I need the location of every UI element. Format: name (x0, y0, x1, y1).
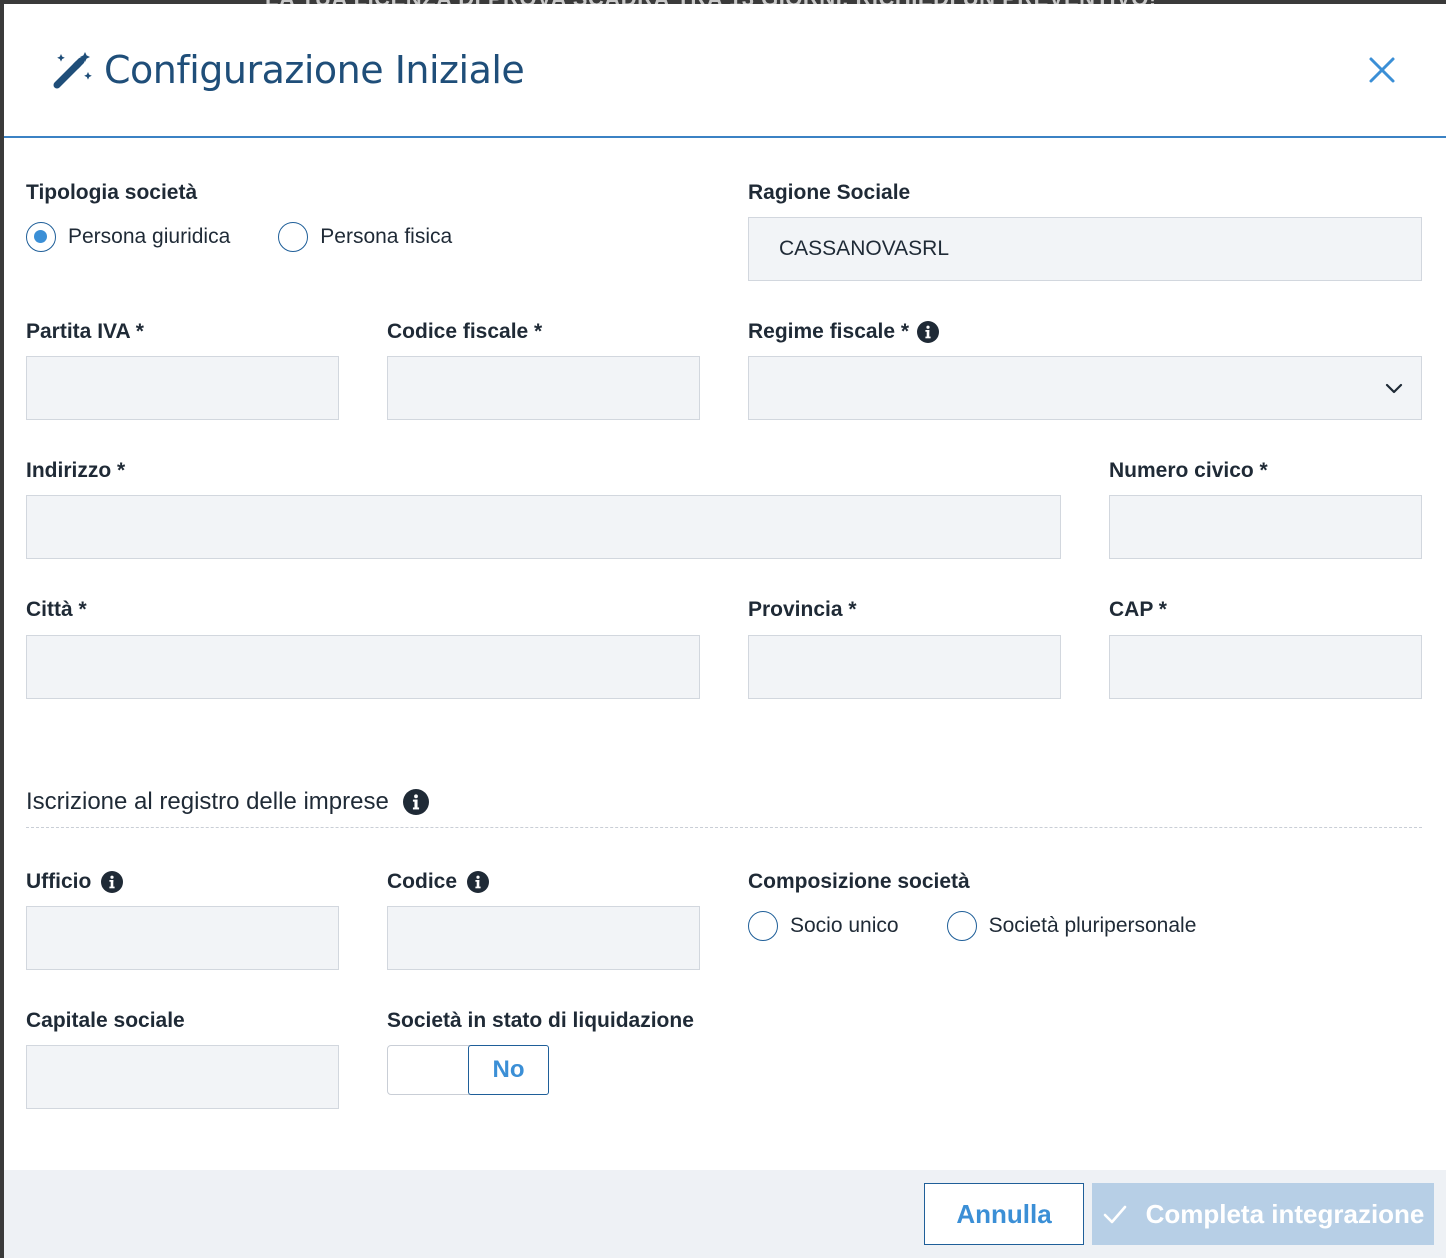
info-icon[interactable] (101, 871, 124, 893)
radio-circle[interactable] (748, 911, 778, 941)
capitale-sociale-label: Capitale sociale (26, 1009, 185, 1032)
provincia-label: Provincia * (748, 598, 857, 621)
initial-setup-dialog: Configurazione Iniziale Tipologia societ… (4, 4, 1446, 1258)
liquidazione-toggle[interactable]: No (387, 1045, 549, 1095)
radio-societa-pluripersonale[interactable]: Società pluripersonale (946, 911, 1197, 941)
info-icon[interactable] (917, 321, 940, 343)
ufficio-label-row: Ufficio (26, 870, 124, 894)
indirizzo-input[interactable] (26, 495, 1061, 559)
close-icon (1369, 57, 1395, 83)
radio-circle[interactable] (946, 911, 977, 941)
indirizzo-label: Indirizzo * (26, 459, 126, 482)
regime-fiscale-label-row: Regime fiscale * (748, 320, 940, 344)
radio-persona-fisica[interactable]: Persona fisica (278, 222, 452, 252)
regime-fiscale-label: Regime fiscale * (748, 320, 910, 343)
codice-fiscale-label: Codice fiscale * (387, 320, 543, 343)
radio-label: Società pluripersonale (988, 914, 1197, 937)
info-icon[interactable] (402, 789, 429, 815)
composizione-radio-group: Socio unico Società pluripersonale (748, 911, 1196, 941)
cap-input[interactable] (1109, 635, 1422, 699)
cap-label: CAP * (1109, 598, 1167, 621)
complete-integration-button[interactable]: Completa integrazione (1092, 1183, 1434, 1245)
radio-label: Persona fisica (320, 225, 453, 248)
codice-fiscale-input[interactable] (387, 356, 700, 420)
regime-fiscale-value[interactable] (748, 356, 1422, 420)
dialog-title: Configurazione Iniziale (104, 48, 525, 92)
numero-civico-label: Numero civico * (1109, 459, 1268, 482)
codice-label-row: Codice (387, 870, 490, 894)
partita-iva-label: Partita IVA * (26, 320, 144, 343)
radio-circle-checked[interactable] (26, 222, 56, 252)
registro-section-title: Iscrizione al registro delle imprese (26, 788, 429, 816)
section-divider (26, 827, 1422, 828)
citta-input[interactable] (26, 635, 700, 699)
ufficio-input[interactable] (26, 906, 339, 970)
cancel-button[interactable]: Annulla (924, 1183, 1084, 1245)
magic-wand-icon (53, 52, 92, 89)
complete-integration-label: Completa integrazione (1145, 1198, 1425, 1229)
radio-label: Socio unico (790, 914, 899, 937)
radio-persona-giuridica[interactable]: Persona giuridica (26, 222, 230, 252)
composizione-label: Composizione società (748, 870, 970, 893)
ragione-sociale-input[interactable] (748, 217, 1422, 281)
liquidazione-label: Società in stato di liquidazione (387, 1009, 694, 1032)
ufficio-label: Ufficio (26, 870, 92, 893)
regime-fiscale-select[interactable] (748, 356, 1422, 420)
citta-label: Città * (26, 598, 87, 621)
provincia-input[interactable] (748, 635, 1061, 699)
info-icon[interactable] (467, 871, 490, 893)
section-title-text: Iscrizione al registro delle imprese (26, 788, 389, 815)
codice-input[interactable] (387, 906, 700, 970)
capitale-sociale-input[interactable] (26, 1045, 339, 1109)
close-button[interactable] (1362, 50, 1402, 90)
codice-label: Codice (387, 870, 458, 893)
toggle-state[interactable]: No (468, 1045, 549, 1095)
radio-label: Persona giuridica (68, 225, 231, 248)
radio-circle[interactable] (278, 222, 309, 252)
check-icon (1103, 1205, 1126, 1224)
dialog-header: Configurazione Iniziale (4, 4, 1446, 138)
tipologia-radio-group: Persona giuridica Persona fisica (26, 222, 452, 252)
tipologia-label: Tipologia società (26, 181, 198, 204)
ragione-sociale-label: Ragione Sociale (748, 181, 911, 204)
partita-iva-input[interactable] (26, 356, 339, 420)
numero-civico-input[interactable] (1109, 495, 1422, 559)
radio-socio-unico[interactable]: Socio unico (748, 911, 899, 941)
